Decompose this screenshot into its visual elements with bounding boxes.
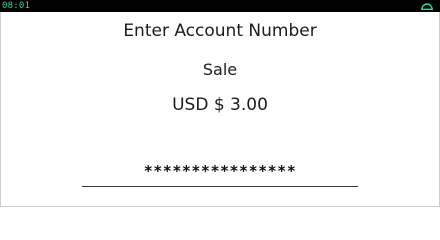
account-number-value: ****************	[143, 162, 297, 180]
status-time: 08:01	[2, 1, 31, 11]
transaction-type: Sale	[202, 60, 238, 79]
account-number-field[interactable]: ****************	[82, 160, 358, 187]
transaction-amount: USD $ 3.00	[172, 95, 268, 115]
connection-status-icon	[421, 3, 433, 11]
prompt-title: Enter Account Number	[123, 21, 317, 41]
status-bar: 08:01	[0, 0, 440, 12]
